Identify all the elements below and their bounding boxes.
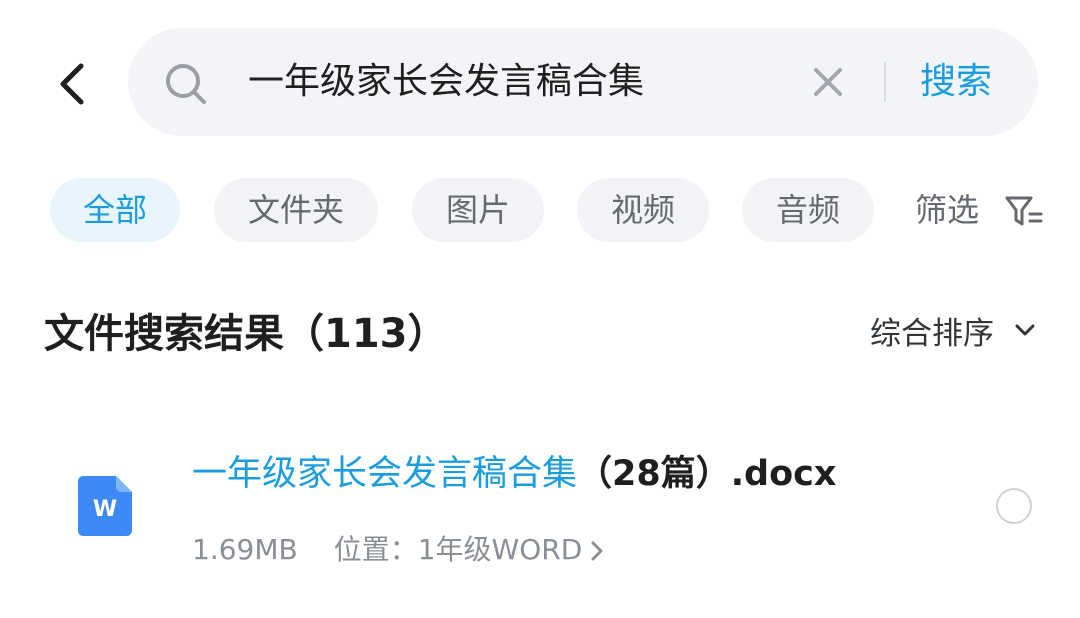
search-input[interactable]: 一年级家长会发言稿合集 [248, 56, 644, 108]
filter-button[interactable]: 筛选 [915, 178, 979, 242]
filter-chip-images[interactable]: 图片 [412, 178, 544, 242]
file-location-link[interactable]: 位置：1年级WORD [334, 533, 605, 566]
word-icon-letter: W [93, 497, 117, 522]
filter-chip-folder[interactable]: 文件夹 [214, 178, 378, 242]
sort-dropdown[interactable]: 综合排序 [870, 310, 994, 358]
chevron-down-icon[interactable] [1014, 322, 1036, 338]
search-icon [166, 64, 206, 104]
search-bar: 一年级家长会发言稿合集 搜索 [128, 28, 1038, 136]
back-button[interactable] [46, 58, 98, 110]
clear-search-icon[interactable] [812, 66, 844, 98]
file-name[interactable]: 一年级家长会发言稿合集（28篇）.docx [192, 446, 836, 502]
search-results-screen: 一年级家长会发言稿合集 搜索 全部 文件夹 图片 视频 音频 筛选 文件搜索结果… [0, 0, 1080, 618]
filter-funnel-icon[interactable] [1004, 194, 1044, 230]
file-size: 1.69MB [192, 533, 298, 566]
file-name-highlight: 一年级家长会发言稿合集 [192, 454, 578, 494]
word-file-icon: W [78, 476, 132, 536]
filter-chip-all[interactable]: 全部 [50, 178, 180, 242]
search-button[interactable]: 搜索 [920, 56, 992, 108]
chevron-left-icon [60, 63, 84, 105]
file-name-rest: （28篇）.docx [577, 454, 837, 494]
select-radio-button[interactable] [996, 488, 1032, 524]
chevron-right-icon [591, 541, 603, 561]
filter-chip-audio[interactable]: 音频 [742, 178, 874, 242]
file-location: 位置：1年级WORD [333, 533, 583, 566]
file-meta: 1.69MB 位置：1年级WORD [192, 528, 604, 572]
filter-chip-video[interactable]: 视频 [577, 178, 709, 242]
search-divider [884, 62, 886, 102]
results-title: 文件搜索结果（113） [44, 311, 448, 357]
